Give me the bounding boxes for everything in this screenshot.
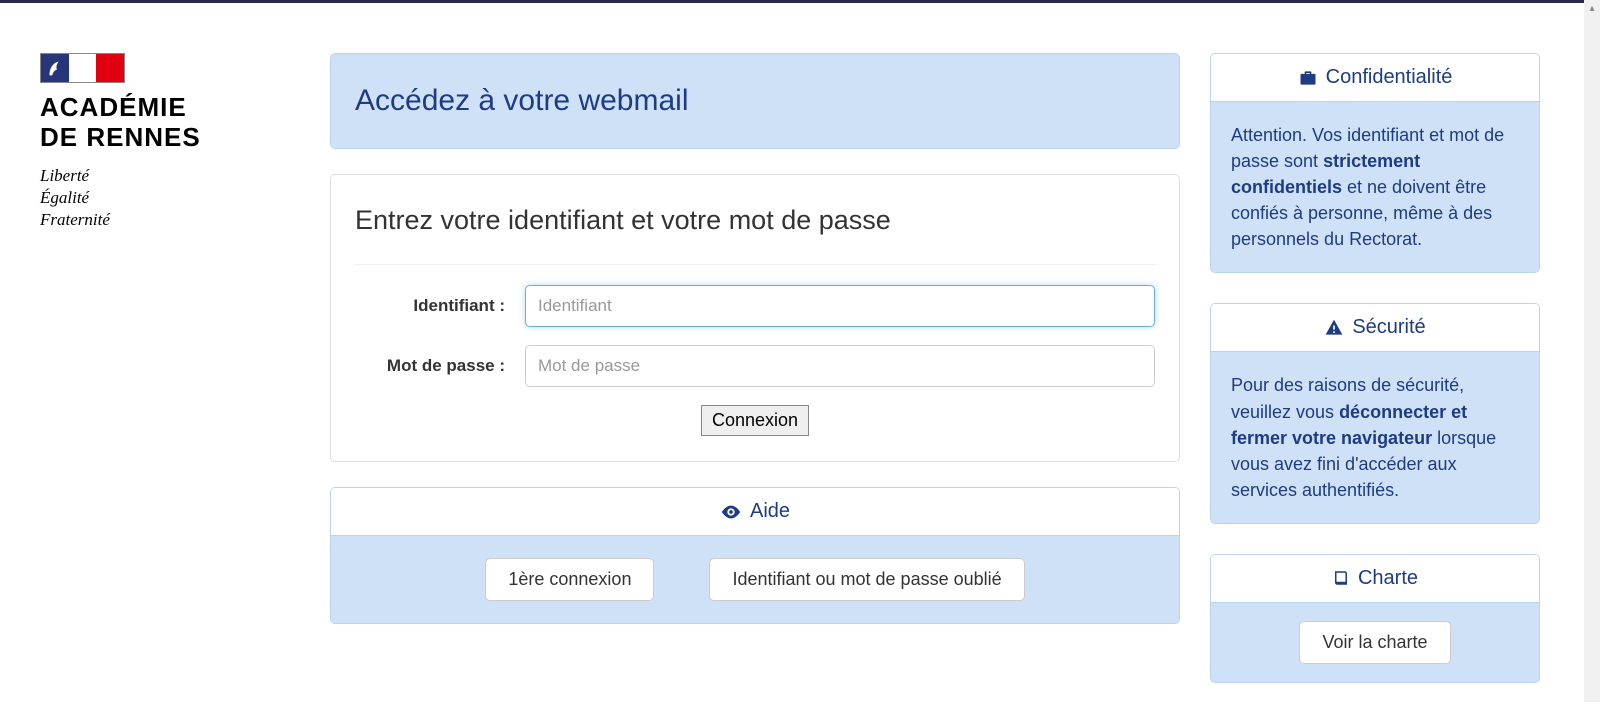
login-form: Entrez votre identifiant et votre mot de… [330, 174, 1180, 462]
scrollbar[interactable] [1584, 0, 1600, 702]
logo-title: ACADÉMIE DE RENNES [40, 93, 300, 153]
charte-panel: Charte Voir la charte [1210, 554, 1540, 683]
first-login-button[interactable]: 1ère connexion [485, 558, 654, 601]
logo-motto: Liberté Égalité Fraternité [40, 165, 300, 231]
password-label: Mot de passe : [355, 356, 525, 376]
scroll-up-button[interactable] [1584, 0, 1600, 16]
connexion-button[interactable]: Connexion [701, 405, 809, 436]
form-heading: Entrez votre identifiant et votre mot de… [355, 205, 1155, 265]
help-title: Aide [750, 500, 790, 523]
securite-text: Pour des raisons de sécurité, veuillez v… [1211, 352, 1539, 522]
identifiant-label: Identifiant : [355, 296, 525, 316]
logo-line-2: DE RENNES [40, 123, 300, 153]
securite-title: Sécurité [1352, 316, 1425, 339]
confidentialite-text: Attention. Vos identifiant et mot de pas… [1211, 102, 1539, 272]
forgot-credentials-button[interactable]: Identifiant ou mot de passe oublié [709, 558, 1024, 601]
voir-charte-button[interactable]: Voir la charte [1299, 621, 1450, 664]
marianne-icon [44, 56, 66, 80]
page-title: Accédez à votre webmail [331, 54, 1179, 148]
help-panel: Aide 1ère connexion Identifiant ou mot d… [330, 487, 1180, 624]
identifiant-input[interactable] [525, 285, 1155, 327]
confidentialite-panel: Confidentialité Attention. Vos identifia… [1210, 53, 1540, 273]
main-title-panel: Accédez à votre webmail [330, 53, 1180, 149]
eye-icon [720, 501, 742, 523]
briefcase-icon [1298, 68, 1318, 88]
book-icon [1332, 569, 1350, 587]
securite-panel: Sécurité Pour des raisons de sécurité, v… [1210, 303, 1540, 523]
password-input[interactable] [525, 345, 1155, 387]
charte-title: Charte [1358, 567, 1418, 590]
confidentialite-title: Confidentialité [1326, 66, 1453, 89]
logo-block: ACADÉMIE DE RENNES Liberté Égalité Frate… [40, 53, 300, 683]
logo-line-1: ACADÉMIE [40, 93, 300, 123]
french-flag-logo [40, 53, 125, 83]
warning-icon [1324, 318, 1344, 338]
